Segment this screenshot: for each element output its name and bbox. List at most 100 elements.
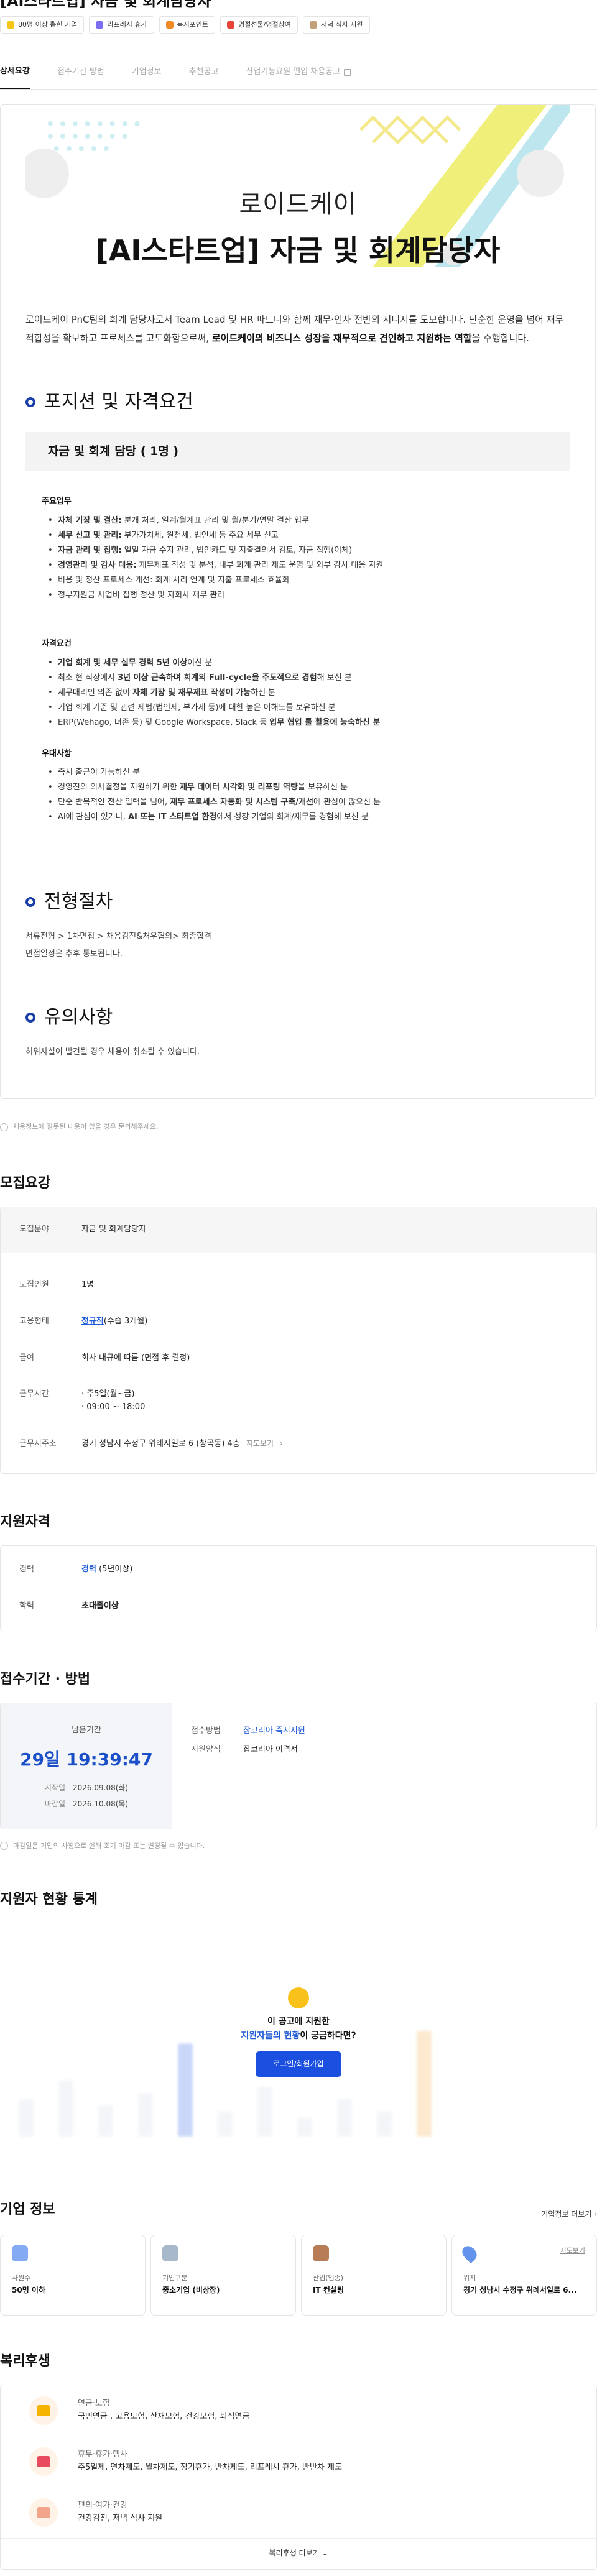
tab-label: 기업정보 — [131, 67, 162, 76]
qual-tail: 해 보신 분 — [317, 673, 352, 683]
duty-text: 재무제표 작성 및 분석, 내부 회계 관리 제도 운영 및 외부 감사 대응 … — [136, 560, 384, 570]
tab-1[interactable]: 접수기간·방법 — [57, 55, 104, 89]
duty-item: 비용 및 정산 프로세스 개선: 회계 처리 연계 및 지출 프로세스 효율화 — [48, 573, 570, 588]
company-more-link[interactable]: 기업정보 더보기 › — [541, 2209, 597, 2220]
job-intro: 로이드케이 PnC팀의 회계 담당자로서 Team Lead 및 HR 파트너와… — [25, 310, 570, 347]
badge-label: 리프레시 휴가 — [107, 21, 147, 29]
recruit-heading: 모집요강 — [0, 1175, 50, 1191]
section-position-title: 포지션 및 자격요건 — [44, 390, 193, 413]
section-notice-title: 유의사항 — [44, 1006, 113, 1029]
tab-label: 상세요강 — [0, 66, 30, 76]
recruit-row: 근무지주소 경기 성남시 수정구 위례서일로 6 (창곡동) 4층 지도보기 › — [1, 1429, 596, 1460]
piggy-bank-icon — [29, 2396, 58, 2425]
welfare-item: 연금·보험국민연금 , 고용보험, 산재보험, 건강보험, 퇴직연금 — [1, 2385, 596, 2436]
qual-row: 경력 경력 (5년이상) — [1, 1555, 596, 1585]
map-link[interactable]: 지도보기 — [246, 1439, 274, 1448]
tab-3[interactable]: 추천공고 — [189, 55, 219, 89]
party-popper-icon — [29, 2447, 58, 2476]
benefit-badges: 80명 이상 뽑힌 기업 리프레시 휴가 복지포인트 명절선물/명절상여 저녁 식사 지… — [0, 16, 597, 34]
page-header: [AI스타트업] 자금 및 회계담당자 80명 이상 뽑힌 기업 리프레시 휴가 복… — [0, 0, 597, 40]
company-heading-row: 기업 정보 기업정보 더보기 › — [0, 2199, 597, 2220]
apply-notice-text: 마감일은 기업의 사정으로 인해 조기 마감 또는 변경될 수 있습니다. — [13, 1841, 205, 1850]
apply-method-link[interactable]: 잡코리아 즉시지원 — [243, 1726, 305, 1736]
welfare-text: 편의·여가·건강 건강검진, 저녁 식사 지원 — [78, 2500, 162, 2526]
row-key: 학력 — [19, 1601, 34, 1611]
blur-bar — [377, 2112, 392, 2137]
row-value-sub: (5년이상) — [99, 1564, 133, 1574]
pref-highlight: 재무 데이터 시각화 및 리포팅 역량 — [179, 783, 298, 793]
job-title: [AI스타트업] 자금 및 회계담당자 — [0, 0, 211, 10]
pref-tail: 에 관심이 많으신 분 — [313, 798, 381, 807]
row-key: 급여 — [19, 1353, 34, 1363]
deadline-panel: 남은기간 29일 19:39:47 시작일 2026.09.08(화) 마감일 20… — [1, 1703, 172, 1829]
tab-0[interactable]: 상세요강 — [0, 55, 30, 90]
row-value: 1명 — [81, 1279, 95, 1289]
qualification-card: 경력 경력 (5년이상) 학력 초대졸이상 — [0, 1545, 597, 1631]
intro-tail: 을 수행합니다. — [471, 332, 529, 344]
notice-line: 허위사실이 발견될 경우 채용이 취소될 수 있습니다. — [25, 1047, 200, 1057]
company-card: 산업(업종) IT 컨설팅 — [301, 2234, 447, 2316]
section-process: 전형절차 — [25, 887, 570, 917]
thinking-face-icon — [288, 1987, 309, 2009]
benefit-badge[interactable]: 리프레시 휴가 — [89, 16, 154, 34]
recruit-row: 모집인원 1명 — [1, 1270, 596, 1300]
company-more-label: 기업정보 더보기 — [541, 2210, 592, 2219]
blur-bar — [19, 2099, 34, 2137]
qual-item: 기업 회계 및 세무 실무 경력 5년 이상이신 분 — [48, 656, 570, 671]
benefit-badge[interactable]: 복지포인트 — [159, 16, 216, 34]
section-notice: 유의사항 — [25, 1003, 570, 1033]
employment-type-link[interactable]: 정규직 — [81, 1317, 104, 1326]
apply-heading: 접수기간 · 방법 — [0, 1671, 91, 1687]
process-line: 면접일정은 추후 통보됩니다. — [25, 949, 123, 959]
prompt-line-1: 이 공고에 지원한 — [267, 2017, 330, 2027]
welfare-title: 휴무·휴가·행사 — [78, 2450, 128, 2460]
company-card-value: 50명 이하 — [12, 2286, 45, 2295]
welfare-desc: 국민연금 , 고용보험, 산재보험, 건강보험, 퇴직연금 — [78, 2411, 250, 2421]
benefit-badge[interactable]: 80명 이상 뽑힌 기업 — [0, 16, 85, 34]
welfare-box: 연금·보험국민연금 , 고용보험, 산재보험, 건강보험, 퇴직연금휴무·휴가·… — [0, 2384, 597, 2570]
benefit-badge[interactable]: 저녁 식사 지원 — [302, 16, 370, 34]
process-text: 서류전형 > 1차면접 > 채용검진&처우협의> 최종합격 면접일정은 추후 통… — [25, 928, 570, 963]
blur-bar — [138, 2093, 153, 2137]
pref-item: 경영진의 의사결정을 지원하기 위한 재무 데이터 시각화 및 리포팅 역량을 … — [48, 780, 570, 795]
duty-item: 자체 기장 및 결산: 분개 처리, 일계/월계표 관리 및 월/분기/연말 결… — [48, 513, 570, 528]
pref-text: AI에 관심이 있거나, — [58, 812, 128, 822]
qual-row: 학력 초대졸이상 — [1, 1591, 596, 1622]
section-ring-icon — [25, 1013, 35, 1023]
start-label: 시작일 — [44, 1783, 65, 1793]
qual-text: 기업 회계 기준 및 관련 세법(법인세, 부가세 등)에 대한 높은 이해도를… — [58, 702, 336, 712]
qual-highlight: 자체 기장 및 재무제표 작성이 가능 — [132, 688, 251, 697]
company-card: 기업구분 중소기업 (비상장) — [150, 2234, 296, 2316]
company-card-value: 경기 성남시 수정구 위례서일로 6... — [463, 2286, 577, 2295]
welfare-title: 연금·보험 — [78, 2399, 110, 2409]
duty-item: 세무 신고 및 관리: 부가가치세, 원천세, 법인세 등 주요 세무 신고 — [48, 528, 570, 543]
flexed-arm-icon — [29, 2498, 58, 2527]
map-link[interactable]: 지도보기 — [560, 2245, 585, 2256]
recruit-row: 모집분야 자금 및 회계담당자 — [1, 1207, 596, 1253]
row-key: 고용형태 — [19, 1316, 49, 1326]
report-notice[interactable]: ! 채용정보에 잘못된 내용이 있을 경우 문의해주세요. — [0, 1121, 597, 1133]
start-date: 2026.09.08(화) — [73, 1783, 129, 1793]
blur-bar — [218, 2112, 233, 2137]
duty-bold: 세무 신고 및 관리: — [58, 530, 122, 540]
pref-highlight: 재무 프로세스 자동화 및 시스템 구축/개선 — [170, 798, 313, 807]
login-signup-button[interactable]: 로그인/회원가입 — [256, 2051, 341, 2077]
pref-highlight: AI 또는 IT 스타트업 환경 — [127, 812, 217, 822]
tab-4[interactable]: 산업기능요원 편입 채용공고 — [246, 55, 351, 89]
detail-hero: 로이드케이 [AI스타트업] 자금 및 회계담당자 — [25, 104, 570, 267]
badge-icon — [227, 21, 235, 29]
welfare-more-button[interactable]: 복리후생 더보기 ⌄ — [1, 2537, 596, 2569]
badge-label: 명절선물/명절상여 — [238, 21, 291, 29]
row-value: 자금 및 회계담당자 — [81, 1225, 146, 1235]
duty-text: 분개 처리, 일계/월계표 관리 및 월/분기/연말 결산 업무 — [121, 515, 309, 525]
badge-icon — [96, 21, 104, 29]
blur-bar — [257, 2087, 272, 2137]
badge-label: 저녁 식사 지원 — [320, 21, 363, 29]
duties-group: 주요업무 자체 기장 및 결산: 분개 처리, 일계/월계표 관리 및 월/분기… — [25, 495, 570, 603]
qual-text: 이신 분 — [187, 658, 213, 668]
benefit-badge[interactable]: 명절선물/명절상여 — [220, 16, 298, 34]
role-bar: 자금 및 회계 담당 ( 1명 ) — [25, 431, 570, 471]
row-key: 경력 — [19, 1564, 34, 1574]
tab-2[interactable]: 기업정보 — [132, 55, 162, 89]
qual-text: ERP(Wehago, 더존 등) 및 Google Workspace, Sl… — [58, 717, 270, 727]
